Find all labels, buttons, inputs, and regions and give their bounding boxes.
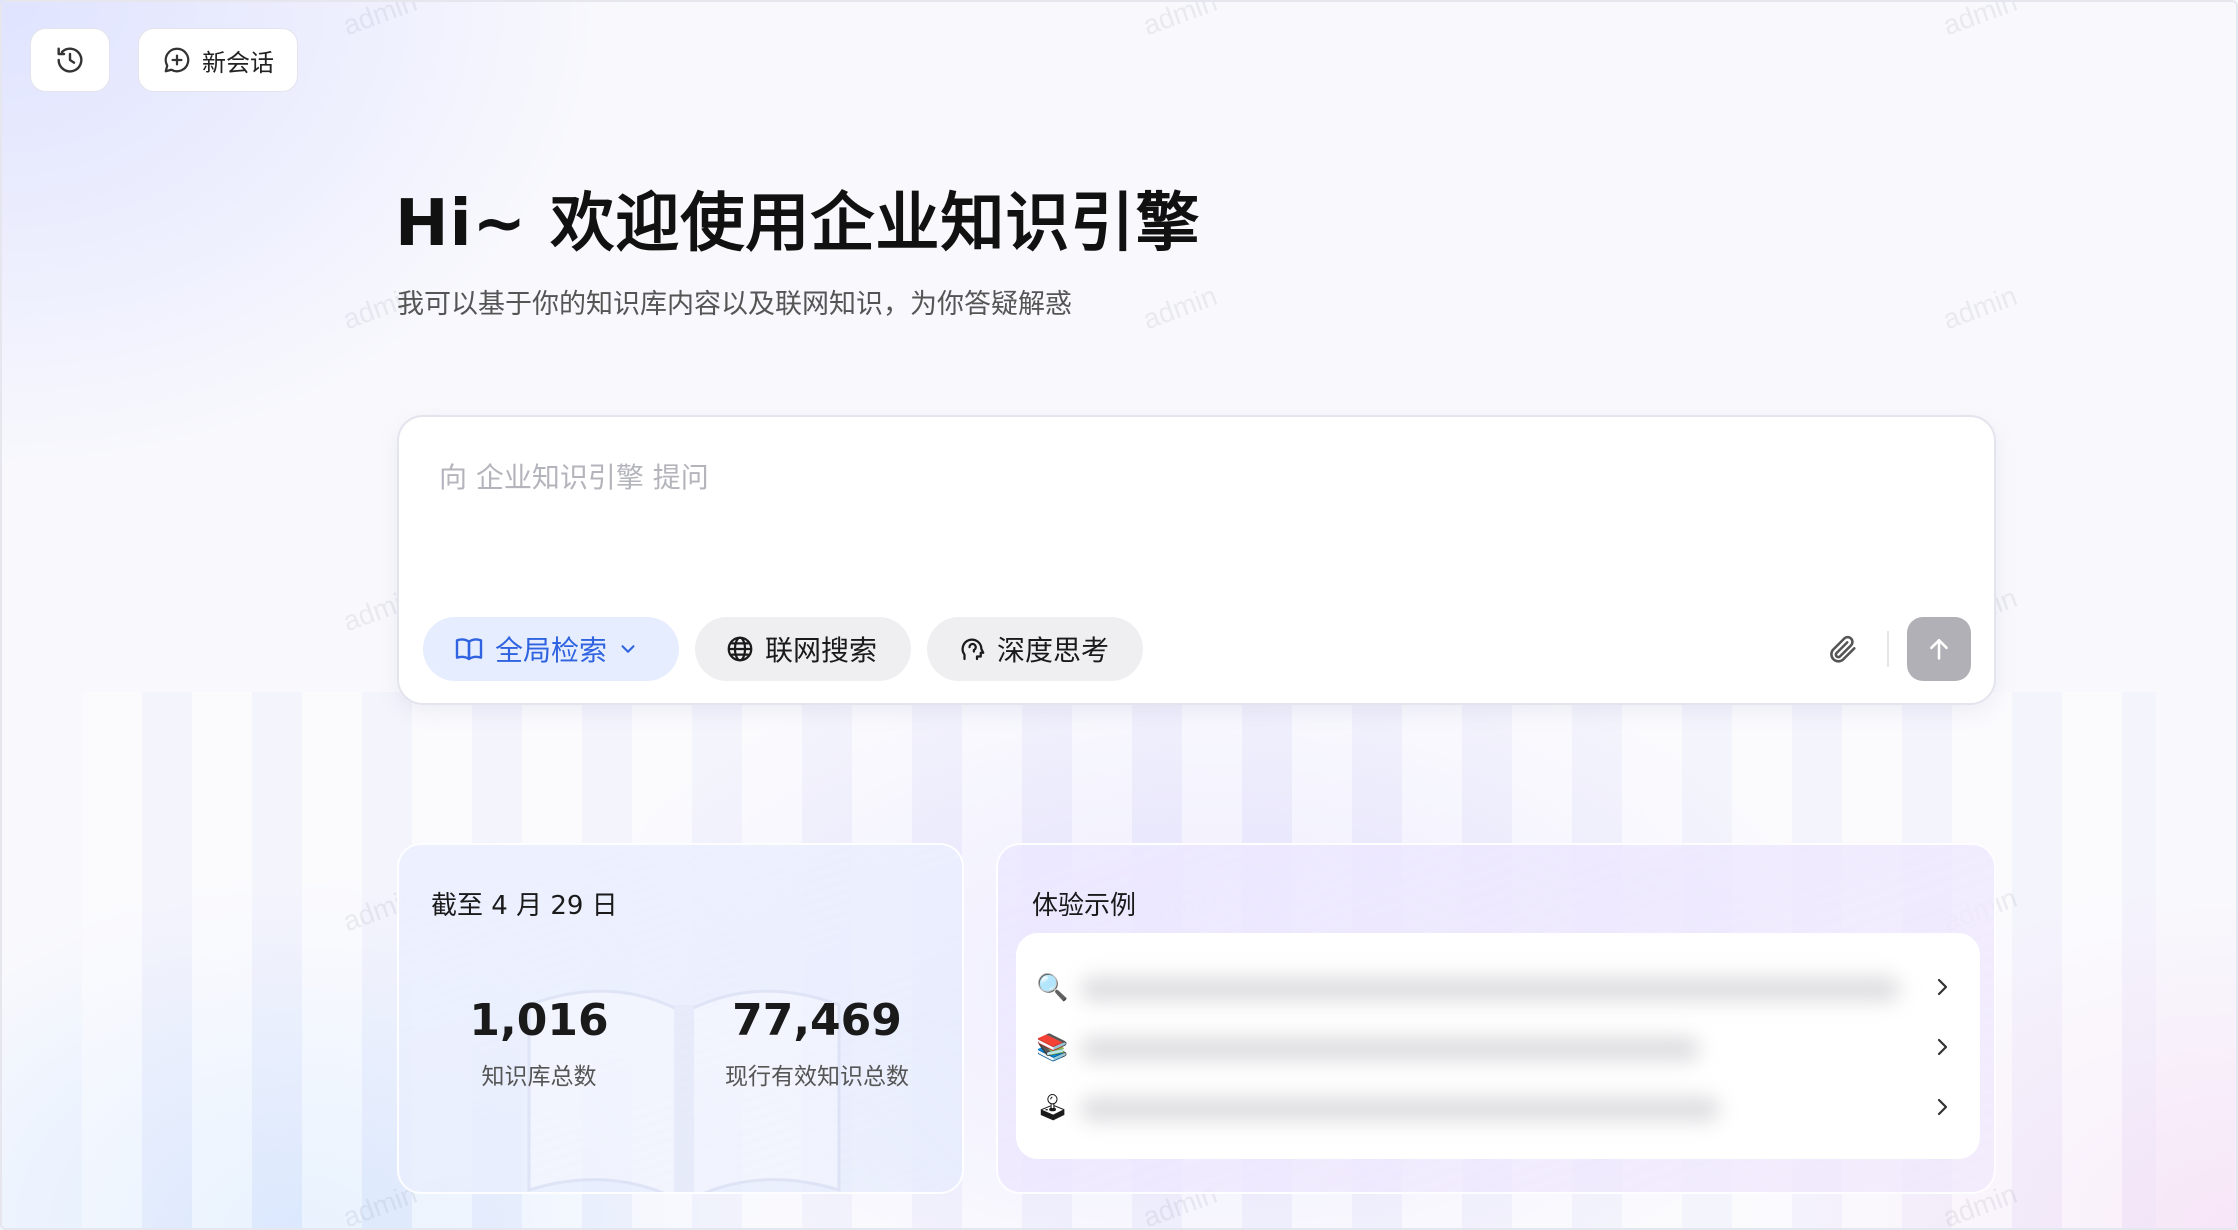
- chevron-right-icon: [1937, 1098, 1948, 1116]
- blurred-example-text: [1080, 1097, 1720, 1121]
- example-item[interactable]: 🕹: [1016, 1077, 1980, 1137]
- chevron-right-icon: [1937, 978, 1948, 996]
- page: { "toolbar": { "history_icon": "history-…: [0, 0, 2238, 1230]
- books-emoji-icon: 📚: [1036, 1033, 1069, 1063]
- watermark: admin: [1938, 279, 2022, 336]
- attach-file-button[interactable]: [1823, 629, 1863, 669]
- watermark: admin: [1138, 279, 1222, 336]
- deep-think-toggle[interactable]: 深度思考: [927, 617, 1143, 681]
- deep-think-label: 深度思考: [997, 634, 1110, 667]
- example-item[interactable]: 📚: [1016, 1017, 1980, 1077]
- blurred-example-text: [1080, 1037, 1700, 1061]
- new-chat-button[interactable]: 新会话: [138, 28, 298, 92]
- examples-card: 体验示例 🔍 📚 🕹: [996, 843, 1996, 1194]
- valid-knowledge-count: 77,469: [732, 995, 902, 1046]
- examples-title: 体验示例: [1032, 891, 1137, 921]
- question-input[interactable]: [439, 447, 1939, 507]
- toolbar-divider: [1887, 631, 1889, 667]
- web-search-toggle[interactable]: 联网搜索: [695, 617, 911, 681]
- blurred-example-text: [1080, 977, 1900, 1001]
- send-button[interactable]: [1907, 617, 1971, 681]
- page-title: Hi~ 欢迎使用企业知识引擎: [395, 187, 1201, 261]
- examples-list: 🔍 📚 🕹: [1016, 933, 1980, 1159]
- question-composer: 全局检索 联网搜索 深度思考: [397, 415, 1996, 705]
- magnifier-emoji-icon: 🔍: [1036, 973, 1069, 1003]
- brain-think-icon: [957, 634, 987, 664]
- search-scope-dropdown[interactable]: 全局检索: [423, 617, 679, 681]
- history-button[interactable]: [30, 28, 110, 92]
- new-chat-label: 新会话: [202, 48, 274, 77]
- globe-icon: [725, 634, 755, 664]
- open-book-icon: [453, 633, 485, 665]
- joystick-emoji-icon: 🕹: [1036, 1093, 1070, 1123]
- watermark: admin: [1138, 2, 1222, 42]
- knowledge-base-count: 1,016: [469, 995, 609, 1046]
- chat-plus-icon: [162, 45, 192, 75]
- chevron-down-icon: [617, 638, 639, 660]
- watermark: admin: [338, 2, 422, 42]
- watermark: admin: [1938, 2, 2022, 42]
- example-item[interactable]: 🔍: [1016, 957, 1980, 1017]
- page-subtitle: 我可以基于你的知识库内容以及联网知识，为你答疑解惑: [397, 289, 1072, 320]
- stats-date: 截至 4 月 29 日: [431, 891, 618, 921]
- search-scope-label: 全局检索: [495, 634, 608, 667]
- paperclip-icon: [1826, 632, 1860, 666]
- knowledge-stats-card: 截至 4 月 29 日 1,016 知识库总数 77,469 现行有效知识总数: [397, 843, 964, 1194]
- web-search-label: 联网搜索: [765, 634, 878, 667]
- history-clock-icon: [54, 44, 86, 76]
- chevron-right-icon: [1937, 1038, 1948, 1056]
- arrow-up-icon: [1925, 635, 1953, 663]
- knowledge-base-count-label: 知识库总数: [481, 1064, 597, 1090]
- valid-knowledge-count-label: 现行有效知识总数: [725, 1064, 909, 1090]
